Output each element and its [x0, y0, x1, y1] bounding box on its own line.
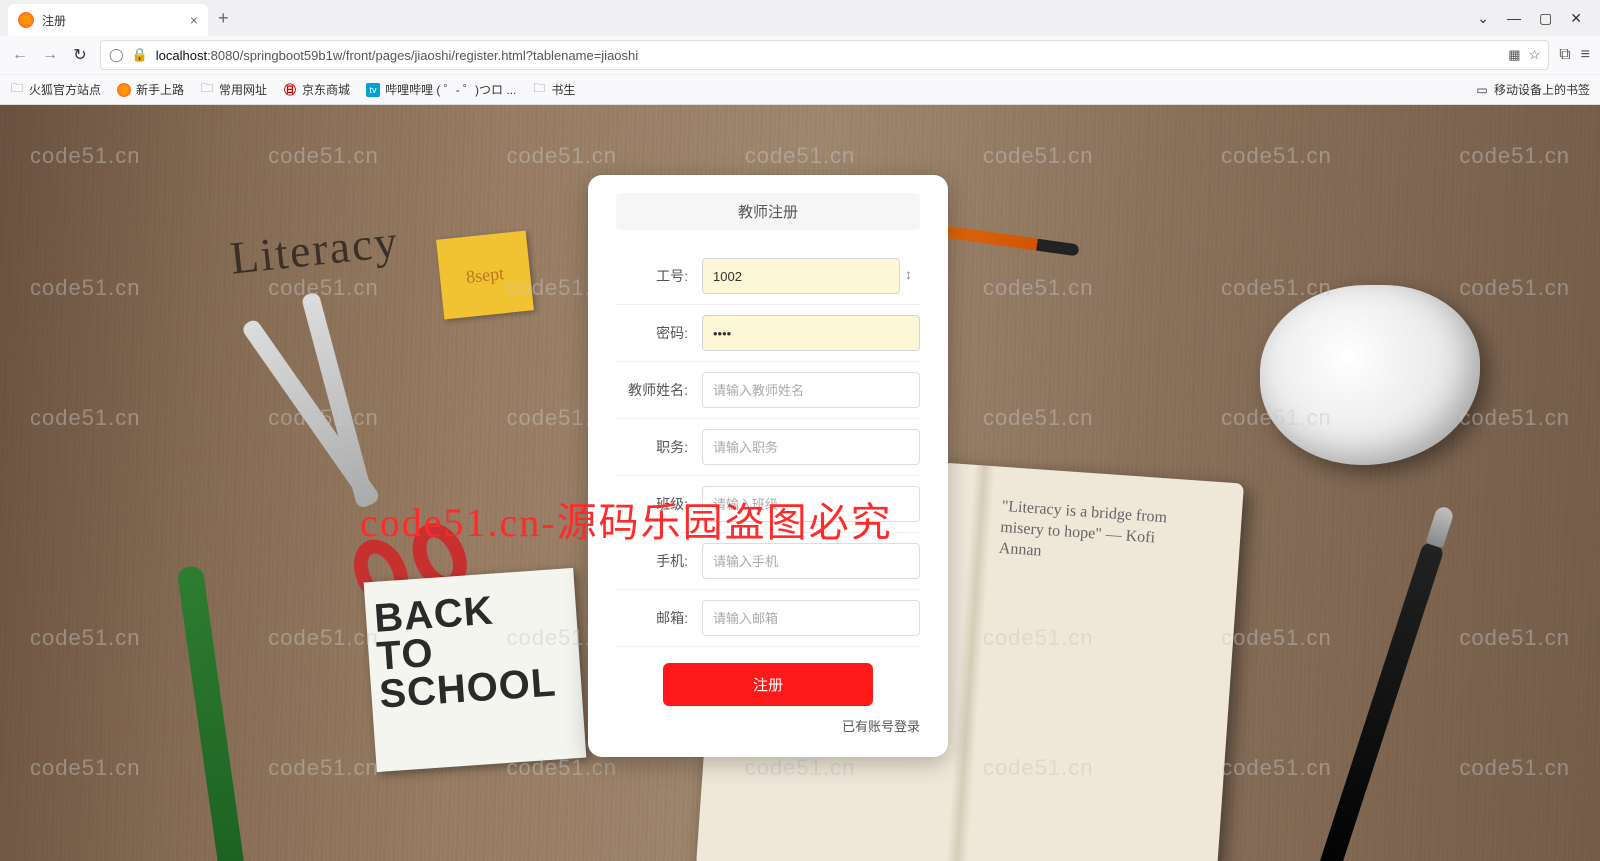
label-banji: 班级: [616, 494, 702, 514]
navigation-toolbar: ← → ↻ ◯ 🔒 localhost:8080/springboot59b1w… [0, 36, 1600, 74]
form-row-mima: 密码: [616, 305, 920, 362]
label-youxiang: 邮箱: [616, 608, 702, 628]
folder-icon: 🗀 [200, 83, 214, 97]
login-link[interactable]: 已有账号登录 [616, 716, 920, 735]
qr-icon[interactable]: ▦ [1508, 47, 1520, 63]
label-gonghao: 工号: [616, 266, 702, 286]
input-xingming[interactable] [702, 372, 920, 408]
tab-title: 注册 [42, 12, 182, 29]
bookmark-star-icon[interactable]: ☆ [1529, 47, 1541, 63]
refresh-button[interactable]: ↻ [70, 45, 90, 65]
input-shouji[interactable] [702, 543, 920, 579]
back-to-school-card: BACKTOSCHOOL [364, 568, 587, 772]
tab-favicon [18, 12, 34, 28]
lock-icon[interactable]: 🔒 [132, 47, 148, 63]
url-text: localhost:8080/springboot59b1w/front/pag… [156, 48, 1501, 63]
extensions-icon[interactable]: ⧉ [1559, 46, 1570, 64]
page-content: Literacy 8sept "Literacy is a bridge fro… [0, 105, 1600, 861]
url-bar[interactable]: ◯ 🔒 localhost:8080/springboot59b1w/front… [100, 40, 1549, 70]
bookmarks-bar: 🗀火狐官方站点 新手上路 🗀常用网址 ㊐京东商城 tv哔哩哔哩 ( ゜- ゜)つ… [0, 74, 1600, 104]
form-row-gonghao: 工号: [616, 248, 920, 305]
tab-close-icon[interactable]: × [190, 12, 198, 28]
bilibili-icon: tv [366, 83, 380, 97]
bookmark-firefox-official[interactable]: 🗀火狐官方站点 [10, 81, 101, 98]
folder-icon: 🗀 [10, 83, 24, 97]
input-mima[interactable] [702, 315, 920, 351]
input-gonghao[interactable] [702, 258, 900, 294]
form-row-zhiwu: 职务: [616, 419, 920, 476]
input-banji[interactable] [702, 486, 920, 522]
back-button[interactable]: ← [10, 46, 30, 64]
sticky-note: 8sept [436, 231, 534, 320]
bookmark-jd[interactable]: ㊐京东商城 [283, 81, 350, 98]
window-maximize-icon[interactable]: ▢ [1539, 10, 1552, 27]
form-row-shouji: 手机: [616, 533, 920, 590]
input-youxiang[interactable] [702, 600, 920, 636]
form-row-xingming: 教师姓名: [616, 362, 920, 419]
register-form-card: 教师注册 工号: 密码: 教师姓名: 职务: 班级: 手机: [588, 175, 948, 757]
bookmark-bilibili[interactable]: tv哔哩哔哩 ( ゜- ゜)つロ ... [366, 81, 516, 98]
form-row-banji: 班级: [616, 476, 920, 533]
label-mima: 密码: [616, 323, 702, 343]
browser-chrome: 注册 × + ⌄ — ▢ ✕ ← → ↻ ◯ 🔒 localhost:8080/… [0, 0, 1600, 105]
mobile-icon: ▭ [1475, 83, 1489, 97]
form-row-youxiang: 邮箱: [616, 590, 920, 647]
new-tab-button[interactable]: + [218, 8, 229, 29]
firefox-icon [117, 83, 131, 97]
window-controls: ⌄ — ▢ ✕ [1477, 10, 1592, 27]
window-close-icon[interactable]: ✕ [1570, 10, 1582, 27]
bookmark-mobile[interactable]: ▭移动设备上的书签 [1475, 81, 1590, 98]
bookmark-shusheng[interactable]: 🗀书生 [532, 81, 575, 98]
jd-icon: ㊐ [283, 83, 297, 97]
bookmark-getting-started[interactable]: 新手上路 [117, 81, 184, 98]
bookmark-common-sites[interactable]: 🗀常用网址 [200, 81, 267, 98]
shield-icon[interactable]: ◯ [109, 47, 124, 63]
browser-tab[interactable]: 注册 × [8, 4, 208, 36]
window-dropdown-icon[interactable]: ⌄ [1477, 10, 1489, 27]
hamburger-menu-icon[interactable]: ≡ [1581, 46, 1590, 64]
forward-button[interactable]: → [40, 46, 60, 64]
form-title: 教师注册 [616, 193, 920, 230]
label-shouji: 手机: [616, 551, 702, 571]
label-xingming: 教师姓名: [616, 380, 702, 400]
register-button[interactable]: 注册 [663, 663, 873, 706]
folder-icon: 🗀 [532, 83, 546, 97]
window-minimize-icon[interactable]: — [1507, 10, 1521, 27]
tab-strip: 注册 × + ⌄ — ▢ ✕ [0, 0, 1600, 36]
input-zhiwu[interactable] [702, 429, 920, 465]
label-zhiwu: 职务: [616, 437, 702, 457]
